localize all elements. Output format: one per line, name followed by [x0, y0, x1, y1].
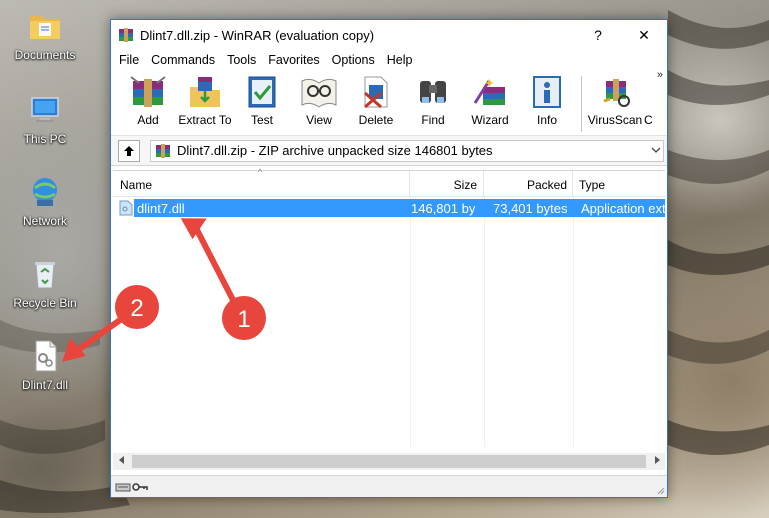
desktop-icon-dlint7-dll[interactable]: Dlint7.dll — [0, 338, 90, 392]
toolbar-label: Find — [421, 113, 445, 127]
desktop-icon-network[interactable]: Network — [0, 174, 90, 228]
info-icon — [525, 72, 569, 112]
dll-file-icon — [27, 338, 63, 374]
toolbar-label: Extract To — [178, 113, 232, 127]
recycle-bin-icon — [27, 256, 63, 292]
zip-archive-icon — [156, 143, 170, 158]
path-text: Dlint7.dll.zip - ZIP archive unpacked si… — [177, 143, 493, 158]
desktop-icon-label: Documents — [14, 48, 76, 62]
view-button[interactable]: View — [291, 72, 347, 127]
toolbar: Add Extract To Test View Delete Find Wiz… — [111, 69, 667, 136]
horizontal-scrollbar[interactable] — [113, 453, 665, 470]
test-button[interactable]: Test — [234, 72, 290, 127]
help-button[interactable]: ? — [575, 20, 621, 50]
extract-to-icon — [183, 72, 227, 112]
network-icon — [27, 174, 63, 210]
computer-icon — [27, 92, 63, 128]
menu-options[interactable]: Options — [326, 53, 381, 67]
scrollbar-thumb[interactable] — [132, 455, 646, 468]
column-divider — [573, 197, 574, 447]
add-button[interactable]: Add — [120, 72, 176, 127]
menu-tools[interactable]: Tools — [221, 53, 262, 67]
winrar-app-icon — [118, 27, 134, 43]
path-combobox[interactable]: Dlint7.dll.zip - ZIP archive unpacked si… — [150, 139, 664, 162]
toolbar-label: Delete — [358, 113, 394, 127]
scroll-left-icon[interactable] — [113, 456, 130, 467]
winrar-window: Dlint7.dll.zip - WinRAR (evaluation copy… — [110, 19, 668, 498]
file-name: dlint7.dll — [137, 201, 185, 216]
table-row[interactable]: dlint7.dll 146,801 by 73,401 bytes Appli… — [119, 199, 666, 217]
desktop-icon-documents[interactable]: Documents — [0, 8, 90, 62]
toolbar-label: Add — [137, 113, 159, 127]
desktop-icon-label: Recycle Bin — [13, 296, 77, 310]
chevron-down-icon[interactable] — [649, 145, 663, 156]
toolbar-label: C — [644, 113, 653, 127]
file-packed: 73,401 bytes — [493, 201, 568, 216]
delete-button[interactable]: Delete — [348, 72, 404, 127]
column-divider — [410, 197, 411, 447]
up-folder-button[interactable] — [118, 139, 140, 162]
column-divider — [484, 197, 485, 447]
toolbar-label: View — [306, 113, 332, 127]
desktop-icon-label: Network — [22, 214, 67, 228]
wizard-button[interactable]: Wizard — [462, 72, 518, 127]
menu-favorites[interactable]: Favorites — [262, 53, 325, 67]
toolbar-label: Wizard — [471, 113, 509, 127]
drive-key-icon — [115, 482, 148, 491]
add-archive-icon — [126, 72, 170, 112]
column-type[interactable]: Type — [573, 171, 665, 196]
menu-help[interactable]: Help — [381, 53, 419, 67]
find-button[interactable]: Find — [405, 72, 461, 127]
file-size: 146,801 by — [411, 201, 476, 216]
toolbar-label: Info — [536, 113, 557, 127]
info-button[interactable]: Info — [519, 72, 575, 127]
title-bar[interactable]: Dlint7.dll.zip - WinRAR (evaluation copy… — [111, 20, 667, 50]
window-title: Dlint7.dll.zip - WinRAR (evaluation copy… — [140, 27, 375, 43]
menu-file[interactable]: File — [113, 53, 145, 67]
scroll-right-icon[interactable] — [648, 456, 665, 467]
file-list-header: ^ Name Size Packed Type — [113, 167, 665, 197]
status-bar — [111, 475, 667, 497]
address-bar: Dlint7.dll.zip - ZIP archive unpacked si… — [111, 136, 667, 166]
extract-to-button[interactable]: Extract To — [177, 72, 233, 127]
file-type: Application ext — [581, 201, 666, 216]
up-arrow-icon — [124, 145, 134, 156]
toolbar-overflow-chevron-icon[interactable]: » — [657, 69, 663, 81]
desktop-icon-label: This PC — [23, 132, 67, 146]
column-packed[interactable]: Packed — [484, 171, 573, 196]
column-size[interactable]: Size — [410, 171, 484, 196]
toolbar-label: VirusScan — [587, 113, 643, 127]
sort-ascending-icon: ^ — [258, 167, 263, 177]
dll-file-icon — [119, 200, 133, 216]
wizard-icon — [468, 72, 512, 112]
file-list: ^ Name Size Packed Type dlint7.dll 146,8… — [113, 167, 666, 472]
toolbar-separator — [581, 76, 582, 132]
virusscan-icon — [593, 72, 637, 112]
delete-icon — [354, 72, 398, 112]
view-icon — [297, 72, 341, 112]
find-icon — [411, 72, 455, 112]
test-icon — [240, 72, 284, 112]
menu-bar: File Commands Tools Favorites Options He… — [111, 50, 667, 70]
resize-grip-icon[interactable] — [655, 485, 665, 495]
desktop-icon-this-pc[interactable]: This PC — [0, 92, 90, 146]
desktop-icon-label: Dlint7.dll — [21, 378, 69, 392]
close-button[interactable]: ✕ — [621, 20, 667, 50]
folder-icon — [27, 8, 63, 44]
virusscan-button[interactable]: VirusScan — [587, 72, 643, 127]
toolbar-label: Test — [250, 113, 273, 127]
desktop-icon-recycle-bin[interactable]: Recycle Bin — [0, 256, 90, 310]
menu-commands[interactable]: Commands — [145, 53, 221, 67]
